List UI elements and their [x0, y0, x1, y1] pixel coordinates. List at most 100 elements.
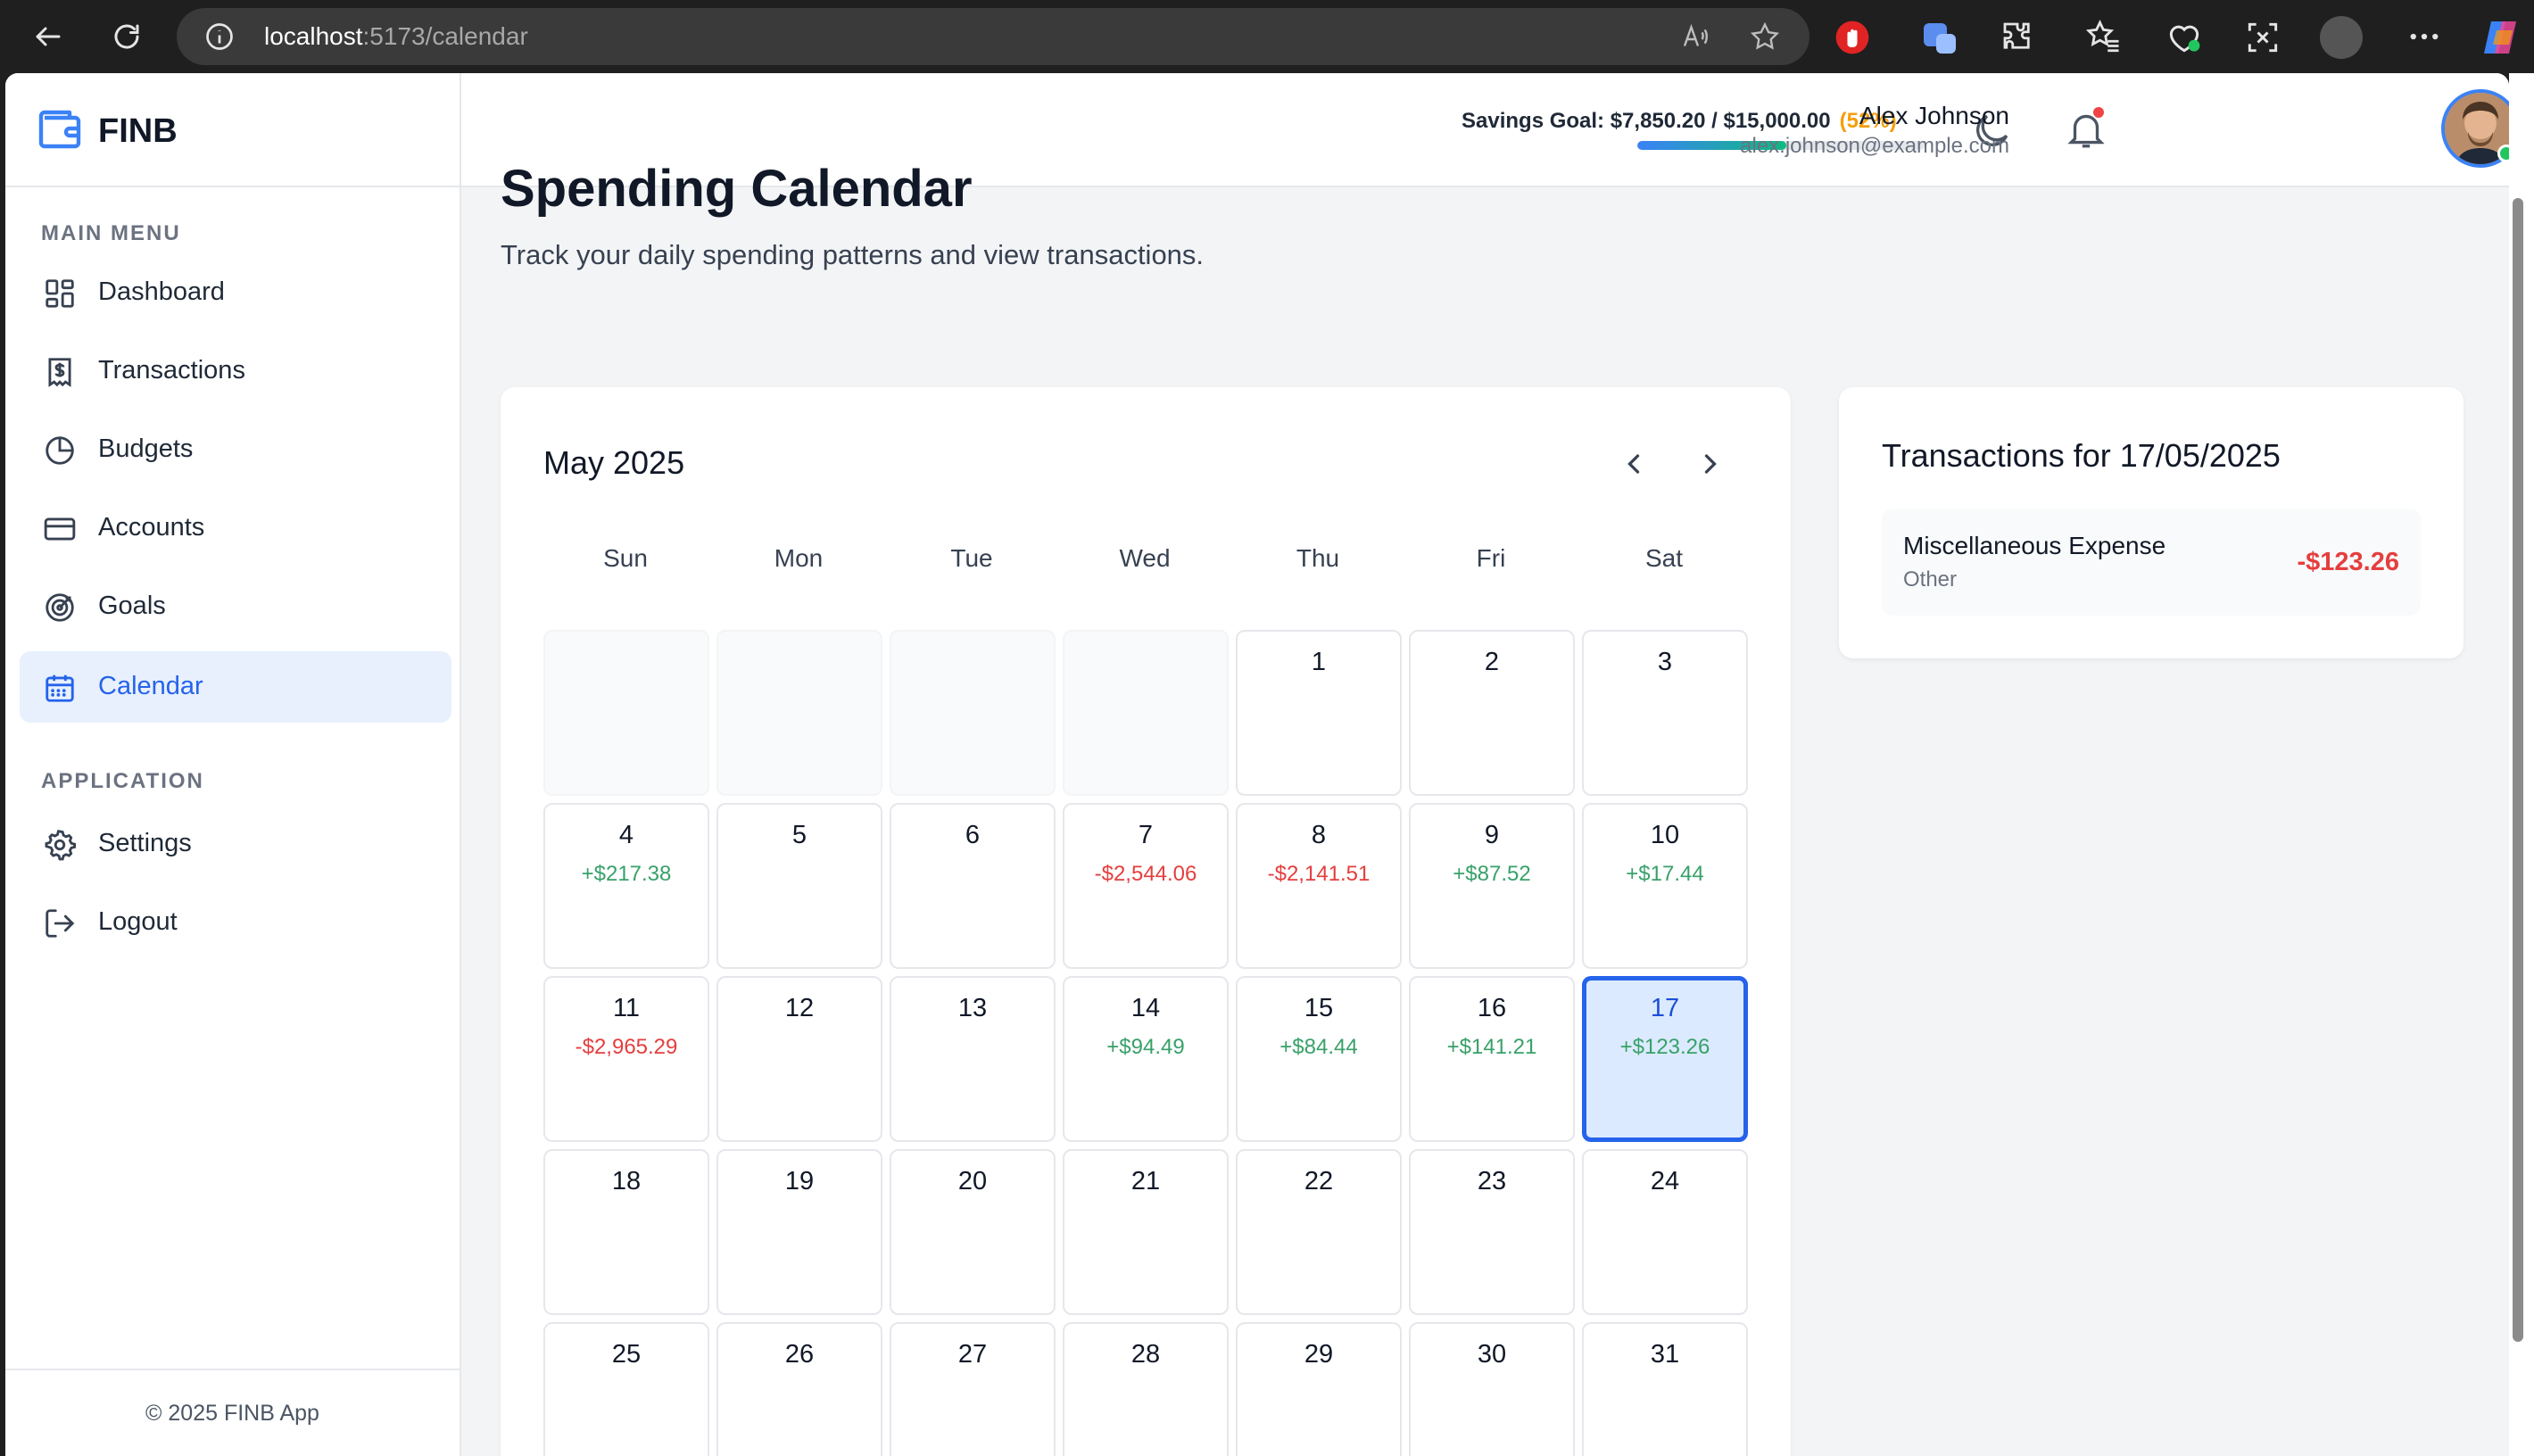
- chevron-left-icon: [1627, 454, 1640, 474]
- day-number: 10: [1650, 821, 1680, 849]
- read-aloud-icon[interactable]: [1679, 21, 1711, 53]
- calendar-day-cell[interactable]: 20: [890, 1149, 1056, 1315]
- calendar-day-cell[interactable]: 8 -$2,141.51: [1236, 803, 1402, 969]
- transaction-item[interactable]: Miscellaneous Expense Other -$123.26: [1882, 509, 2421, 616]
- day-number: 3: [1657, 648, 1673, 676]
- calendar-day-cell[interactable]: 5: [716, 803, 882, 969]
- favorites-icon[interactable]: [2084, 18, 2122, 55]
- calendar-empty-cell: [1063, 630, 1229, 796]
- chevron-right-icon: [1704, 454, 1717, 474]
- calendar-day-cell[interactable]: 23: [1409, 1149, 1575, 1315]
- calendar-day-cell[interactable]: 31: [1582, 1322, 1748, 1456]
- previous-month-button[interactable]: [1607, 437, 1660, 491]
- calendar-icon: [46, 674, 74, 702]
- day-amount: +$87.52: [1453, 862, 1531, 886]
- transaction-amount: -$123.26: [2297, 548, 2400, 576]
- back-button[interactable]: [21, 10, 75, 63]
- calendar-card: May 2025 Sun Mon Tue Wed Thu Fri Sat 1 2 3 4 +$217…: [501, 387, 1791, 1456]
- calendar-day-cell[interactable]: 3: [1582, 630, 1748, 796]
- browser-health-icon[interactable]: [2165, 18, 2204, 57]
- calendar-day-cell[interactable]: 24: [1582, 1149, 1748, 1315]
- day-number: 15: [1304, 994, 1334, 1022]
- credit-card-icon: [44, 517, 76, 541]
- profile-avatar-icon[interactable]: [2320, 16, 2363, 59]
- extensions-puzzle-icon[interactable]: [1999, 18, 2036, 55]
- calendar-day-cell[interactable]: 9 +$87.52: [1409, 803, 1575, 969]
- transaction-name: Miscellaneous Expense: [1903, 532, 2166, 559]
- target-icon: [46, 593, 74, 622]
- calendar-day-cell[interactable]: 4 +$217.38: [543, 803, 709, 969]
- calendar-day-cell[interactable]: 26: [716, 1322, 882, 1456]
- weekday-label: Sun: [603, 544, 648, 572]
- calendar-day-cell[interactable]: 11 -$2,965.29: [543, 976, 709, 1142]
- calendar-day-cell[interactable]: 22: [1236, 1149, 1402, 1315]
- weekday-label: Thu: [1296, 544, 1340, 572]
- calendar-day-cell[interactable]: 12: [716, 976, 882, 1142]
- day-number: 1: [1311, 648, 1327, 676]
- day-number: 27: [957, 1340, 988, 1369]
- calendar-day-cell[interactable]: 13: [890, 976, 1056, 1142]
- calendar-day-cell[interactable]: 15 +$84.44: [1236, 976, 1402, 1142]
- day-amount: +$84.44: [1279, 1035, 1358, 1059]
- copilot-icon[interactable]: [2479, 16, 2522, 59]
- day-number: 19: [784, 1167, 815, 1195]
- sidebar-item-label: Budgets: [98, 434, 194, 463]
- sidebar-item-budgets[interactable]: Budgets: [20, 414, 451, 485]
- calendar-day-cell[interactable]: 27: [890, 1322, 1056, 1456]
- day-number: 20: [957, 1167, 988, 1195]
- extension-stop-icon[interactable]: [1833, 18, 1872, 57]
- sidebar-item-settings[interactable]: Settings: [20, 808, 451, 880]
- calendar-day-cell[interactable]: 1: [1236, 630, 1402, 796]
- sidebar-item-logout[interactable]: Logout: [20, 887, 451, 958]
- calendar-day-cell-selected[interactable]: 17 +$123.26: [1582, 976, 1748, 1142]
- info-icon[interactable]: [203, 21, 236, 53]
- gear-icon: [45, 830, 77, 861]
- sidebar-item-dashboard[interactable]: Dashboard: [20, 257, 451, 328]
- calendar-empty-cell: [890, 630, 1056, 796]
- calendar-day-cell[interactable]: 25: [543, 1322, 709, 1456]
- calendar-day-cell[interactable]: 16 +$141.21: [1409, 976, 1575, 1142]
- weekday-label: Tue: [950, 544, 993, 572]
- day-number: 5: [791, 821, 807, 849]
- sidebar-item-transactions[interactable]: Transactions: [20, 335, 451, 407]
- browser-toolbar: localhost:5173/calendar: [0, 0, 2534, 73]
- address-bar[interactable]: localhost:5173/calendar: [177, 8, 1809, 65]
- calendar-day-cell[interactable]: 7 -$2,544.06: [1063, 803, 1229, 969]
- sidebar-item-calendar[interactable]: Calendar: [20, 651, 451, 723]
- reload-button[interactable]: [100, 10, 153, 63]
- day-amount: -$2,965.29: [575, 1035, 678, 1059]
- sidebar-item-label: Dashboard: [98, 277, 225, 306]
- calendar-empty-cell: [543, 630, 709, 796]
- next-month-button[interactable]: [1684, 437, 1737, 491]
- calendar-day-cell[interactable]: 10 +$17.44: [1582, 803, 1748, 969]
- favorite-star-icon[interactable]: [1749, 21, 1781, 53]
- calendar-day-cell[interactable]: 14 +$94.49: [1063, 976, 1229, 1142]
- calendar-day-cell[interactable]: 28: [1063, 1322, 1229, 1456]
- calendar-day-cell[interactable]: 19: [716, 1149, 882, 1315]
- sidebar-item-label: Accounts: [98, 513, 205, 542]
- sidebar-item-accounts[interactable]: Accounts: [20, 492, 451, 564]
- more-menu-icon[interactable]: [2406, 18, 2443, 55]
- screenshot-icon[interactable]: [2243, 18, 2282, 57]
- sidebar-item-goals[interactable]: Goals: [20, 571, 451, 642]
- calendar-day-cell[interactable]: 6: [890, 803, 1056, 969]
- logout-icon: [46, 909, 75, 938]
- day-amount: +$123.26: [1619, 1035, 1710, 1059]
- url-text[interactable]: localhost:5173/calendar: [264, 22, 528, 51]
- calendar-day-cell[interactable]: 30: [1409, 1322, 1575, 1456]
- calendar-day-cell[interactable]: 2: [1409, 630, 1575, 796]
- sidebar-item-label: Calendar: [98, 672, 203, 700]
- calendar-day-cell[interactable]: 21: [1063, 1149, 1229, 1315]
- calendar-grid: 1 2 3 4 +$217.38 5 6 7 -$2,544.06 8 -$2,141.51 9 +$8…: [543, 630, 1748, 1456]
- day-number: 16: [1477, 994, 1507, 1022]
- day-number: 4: [618, 821, 634, 849]
- calendar-day-cell[interactable]: 18: [543, 1149, 709, 1315]
- weekday-label: Fri: [1476, 544, 1506, 572]
- page-scrollbar-thumb[interactable]: [2513, 198, 2523, 1342]
- page-title: Spending Calendar: [501, 160, 973, 218]
- day-number: 2: [1484, 648, 1500, 676]
- weekday-header: Sun Mon Tue Wed Thu Fri Sat: [543, 544, 1748, 580]
- calendar-day-cell[interactable]: 29: [1236, 1322, 1402, 1456]
- extension-copilot-tab-icon[interactable]: [1918, 16, 1961, 59]
- weekday-label: Mon: [774, 544, 824, 572]
